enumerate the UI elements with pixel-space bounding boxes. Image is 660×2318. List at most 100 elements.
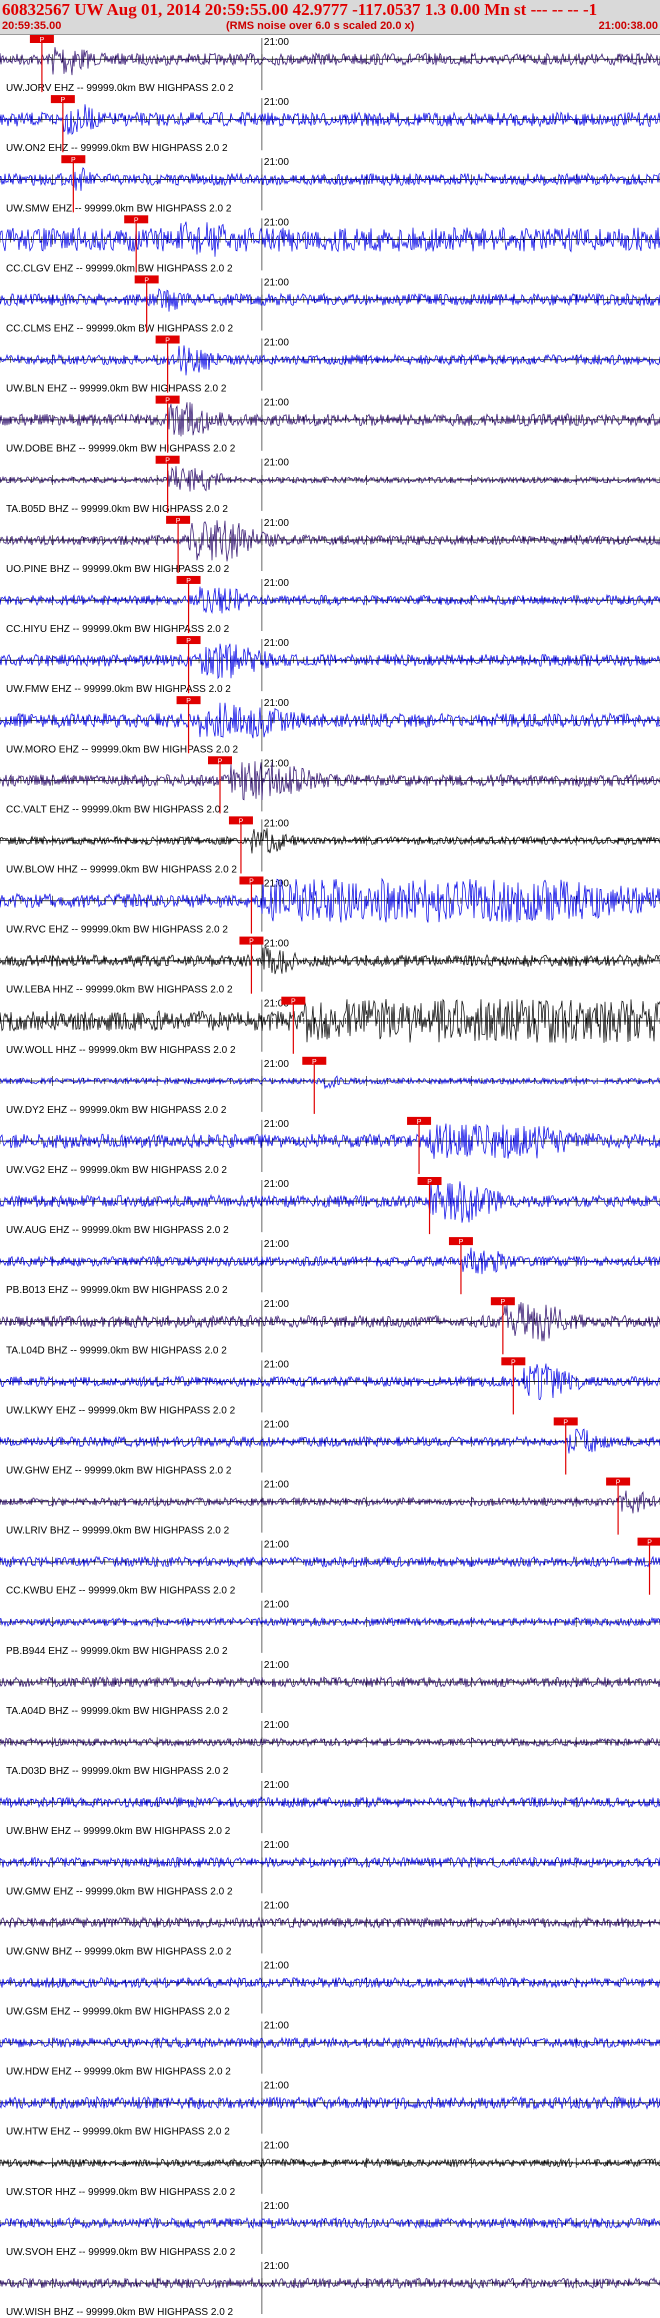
waveform (0, 466, 660, 492)
trace-row: 21:00 UW.LEBA HHZ -- 99999.0km BW HIGHPAS… (0, 936, 660, 996)
minute-label: 21:00 (264, 818, 289, 829)
pick-label: P (186, 578, 191, 585)
seismogram-traces: 21:00 UW.JORV EHZ -- 99999.0km BW HIGHPAS… (0, 35, 660, 2318)
trace-row: 21:00 UW.SVOH EHZ -- 99999.0km BW HIGHPAS… (0, 2201, 660, 2258)
station-label: UW.AUG EHZ -- 99999.0km BW HIGHPASS 2.0 … (6, 1225, 229, 1236)
minute-label: 21:00 (264, 518, 289, 529)
pick-label: P (40, 37, 45, 44)
minute-label: 21:00 (264, 398, 289, 409)
station-label: TA.D03D BHZ -- 99999.0km BW HIGHPASS 2.0… (6, 1766, 229, 1777)
station-label: CC.CLGV EHZ -- 99999.0km BW HIGHPASS 2.0… (6, 263, 233, 274)
waveform (0, 1247, 660, 1275)
minute-label: 21:00 (264, 2261, 289, 2272)
trace-row: 21:00 CC.VALT EHZ -- 99999.0km BW HIGHPAS… (0, 756, 660, 815)
pick-label: P (417, 1119, 422, 1126)
pick-label: P (501, 1299, 506, 1306)
minute-label: 21:00 (264, 578, 289, 589)
trace-row: 21:00 UW.GNW BHZ -- 99999.0km BW HIGHPASS… (0, 1900, 660, 1957)
station-label: UW.GHW EHZ -- 99999.0km BW HIGHPASS 2.0 … (6, 1466, 232, 1477)
station-label: UW.DY2 EHZ -- 99999.0km BW HIGHPASS 2.0 … (6, 1105, 227, 1116)
trace-row: 21:00 TA.A04D BHZ -- 99999.0km BW HIGHPAS… (0, 1660, 660, 1717)
trace-row: 21:00 UW.LKWY EHZ -- 99999.0km BW HIGHPAS… (0, 1357, 660, 1416)
trace-row: 21:00 UW.DOBE BHZ -- 99999.0km BW HIGHPAS… (0, 395, 660, 455)
minute-label: 21:00 (264, 1660, 289, 1671)
pick-label: P (511, 1359, 516, 1366)
pick-label: P (312, 1059, 317, 1066)
trace-row: 21:00 UW.BLOW HHZ -- 99999.0km BW HIGHPAS… (0, 816, 660, 875)
trace-row: 21:00 UW.WISH BHZ -- 99999.0km BW HIGHPAS… (0, 2261, 660, 2318)
pick-label: P (427, 1179, 432, 1186)
minute-label: 21:00 (264, 1480, 289, 1491)
pick-label: P (249, 878, 254, 885)
trace-row: 21:00 UO.PINE BHZ -- 99999.0km BW HIGHPAS… (0, 515, 660, 575)
trace-row: 21:00 UW.BLN EHZ -- 99999.0km BW HIGHPASS… (0, 335, 660, 395)
trace-row: 21:00 UW.STOR HHZ -- 99999.0km BW HIGHPAS… (0, 2141, 660, 2198)
pick-label: P (249, 939, 254, 946)
trace-row: 21:00 UW.FMW EHZ -- 99999.0km BW HIGHPASS… (0, 636, 660, 695)
pick-label: P (134, 217, 139, 224)
station-label: UW.BLOW HHZ -- 99999.0km BW HIGHPASS 2.0… (6, 864, 237, 875)
waveform (0, 1075, 660, 1090)
trace-row: 21:00 TA.L04D BHZ -- 99999.0km BW HIGHPAS… (0, 1297, 660, 1356)
minute-label: 21:00 (264, 758, 289, 769)
station-label: UW.GSM EHZ -- 99999.0km BW HIGHPASS 2.0 … (6, 2006, 230, 2017)
station-label: UW.VG2 EHZ -- 99999.0km BW HIGHPASS 2.0 … (6, 1165, 227, 1176)
waveform (0, 520, 660, 562)
minute-label: 21:00 (264, 2141, 289, 2152)
minute-label: 21:00 (264, 2081, 289, 2092)
minute-label: 21:00 (264, 1900, 289, 1911)
minute-label: 21:00 (264, 37, 289, 48)
trace-row: 21:00 PB.B013 EHZ -- 99999.0km BW HIGHPAS… (0, 1237, 660, 1296)
minute-label: 21:00 (264, 1179, 289, 1190)
trace-row: 21:00UW.WOLL HHZ -- 99999.0km BW HIGHPAS… (0, 996, 660, 1056)
pick-label: P (165, 338, 170, 345)
station-label: UW.JORV EHZ -- 99999.0km BW HIGHPASS 2.0… (6, 83, 234, 94)
minute-label: 21:00 (264, 1419, 289, 1430)
event-title: 60832567 UW Aug 01, 2014 20:59:55.00 42.… (2, 0, 598, 19)
trace-row: 21:00 UW.JORV EHZ -- 99999.0km BW HIGHPAS… (0, 35, 660, 94)
minute-label: 21:00 (264, 338, 289, 349)
pick-label: P (71, 157, 76, 164)
station-label: UW.LEBA HHZ -- 99999.0km BW HIGHPASS 2.0… (6, 985, 233, 996)
minute-label: 21:00 (264, 217, 289, 228)
trace-row: 21:00 CC.CLMS EHZ -- 99999.0km BW HIGHPAS… (0, 275, 660, 335)
pick-label: P (563, 1419, 568, 1426)
pick-label: P (459, 1239, 464, 1246)
station-label: UW.LRIV BHZ -- 99999.0km BW HIGHPASS 2.0… (6, 1526, 230, 1537)
station-label: UW.STOR HHZ -- 99999.0km BW HIGHPASS 2.0… (6, 2187, 236, 2198)
minute-label: 21:00 (264, 1600, 289, 1611)
pick-label: P (176, 518, 181, 525)
trace-row: 21:00 PB.B944 EHZ -- 99999.0km BW HIGHPAS… (0, 1600, 660, 1657)
station-label: TA.B05D BHZ -- 99999.0km BW HIGHPASS 2.0… (6, 504, 228, 515)
trace-row: 21:00 UW.HDW EHZ -- 99999.0km BW HIGHPASS… (0, 2020, 660, 2078)
station-label: PB.B013 EHZ -- 99999.0km BW HIGHPASS 2.0… (6, 1285, 228, 1296)
pick-label: P (239, 818, 244, 825)
station-label: UW.GNW BHZ -- 99999.0km BW HIGHPASS 2.0 … (6, 1946, 232, 1957)
trace-row: 21:00 UW.VG2 EHZ -- 99999.0km BW HIGHPASS… (0, 1116, 660, 1176)
trace-row: 21:00 TA.D03D BHZ -- 99999.0km BW HIGHPAS… (0, 1720, 660, 1777)
minute-label: 21:00 (264, 1540, 289, 1551)
pick-label: P (291, 999, 296, 1006)
pick-label: P (186, 698, 191, 705)
pick-label: P (165, 398, 170, 405)
station-label: UW.SVOH EHZ -- 99999.0km BW HIGHPASS 2.0… (6, 2247, 236, 2258)
trace-row: 21:00 UW.LRIV BHZ -- 99999.0km BW HIGHPAS… (0, 1477, 660, 1537)
station-label: UW.WISH BHZ -- 99999.0km BW HIGHPASS 2.0… (6, 2307, 234, 2318)
trace-row: 21:00UW.RVC EHZ -- 99999.0km BW HIGHPASS… (0, 876, 660, 936)
station-label: UW.FMW EHZ -- 99999.0km BW HIGHPASS 2.0 … (6, 684, 231, 695)
trace-row: 21:00 UW.GSM EHZ -- 99999.0km BW HIGHPASS… (0, 1960, 660, 2017)
minute-label: 21:00 (264, 277, 289, 288)
minute-label: 21:00 (264, 939, 289, 950)
waveform (0, 643, 660, 680)
trace-row: 21:00 UW.AUG EHZ -- 99999.0km BW HIGHPASS… (0, 1177, 660, 1236)
station-label: CC.CLMS EHZ -- 99999.0km BW HIGHPASS 2.0… (6, 324, 234, 335)
minute-label: 21:00 (264, 1720, 289, 1731)
pick-label: P (647, 1540, 652, 1547)
pick-label: P (616, 1480, 621, 1487)
station-label: TA.A04D BHZ -- 99999.0km BW HIGHPASS 2.0… (6, 1706, 228, 1717)
trace-row: 21:00 CC.HIYU EHZ -- 99999.0km BW HIGHPAS… (0, 575, 660, 635)
station-label: TA.L04D BHZ -- 99999.0km BW HIGHPASS 2.0… (6, 1345, 227, 1356)
pick-label: P (165, 458, 170, 465)
station-label: CC.VALT EHZ -- 99999.0km BW HIGHPASS 2.0… (6, 804, 229, 815)
minute-label: 21:00 (264, 1059, 289, 1070)
